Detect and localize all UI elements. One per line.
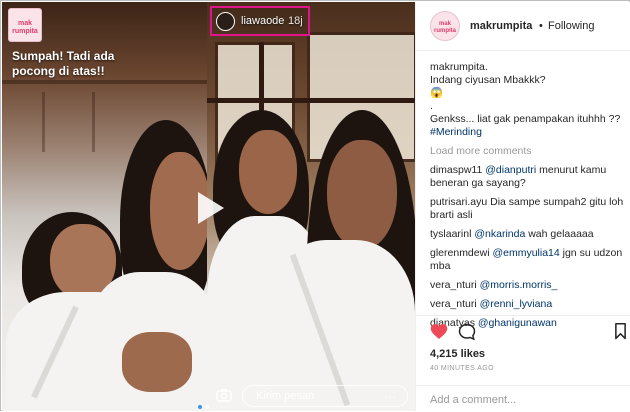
comment-text: Dia sampe sumpah2 gitu loh [487,196,624,208]
caption-author[interactable]: makrumpita [430,61,485,73]
story-overlay-text: Sumpah! Tadi ada pocong di atas!! [12,49,115,78]
background-post [42,92,45,152]
comment-text-cont: brarti asli [430,209,473,221]
avatar-logo-line2: rumpita [433,28,456,34]
comment-username[interactable]: putrisari.ayu [430,196,487,208]
caption-line: . [430,100,433,112]
story-reply-placeholder: Kirim pesan [256,390,315,402]
comment-text-cont: mba [430,260,451,272]
comments-section: makrumpita. Indang ciyusan Mbakkk? 😱 . G… [430,61,626,336]
comment-text: menurut kamu [536,164,607,176]
background-post [92,92,95,152]
heart-icon[interactable] [430,323,448,340]
brand-logo-line1: mak [17,20,32,27]
story-time: 18j [288,15,303,27]
story-frame-left: mak rumpita Sumpah! Tadi ada pocong di a… [2,2,207,411]
story-frame-right: liawaode 18j [207,2,415,411]
comment-username[interactable]: tyslaarinl [430,228,471,240]
post-time-ago[interactable]: 40 MINUTES AGO [430,365,494,372]
story-username[interactable]: liawaode [241,15,284,27]
comment-item: tyslaarinl @nkarinda wah gelaaaaa [430,228,626,241]
caption-hashtag[interactable]: #Merinding [430,126,626,139]
caption-author-suffix: . [484,61,488,73]
story-reply-field[interactable]: Kirim pesan ... [242,385,408,407]
brand-logo-line2: rumpita [12,28,38,35]
avatar-logo-line1: mak [438,21,451,27]
background-rail [2,80,207,84]
comment-item: vera_nturi @morris.morris_ [430,279,626,292]
load-more-comments-button[interactable]: Load more comments [430,145,626,158]
instagram-post-frame: mak rumpita Sumpah! Tadi ada pocong di a… [0,0,630,411]
comment-item: vera_nturi @renni_lyviana [430,298,626,311]
more-icon[interactable]: ... [384,387,397,401]
add-comment-input[interactable] [430,392,610,407]
post-actions: 4,215 likes 40 MINUTES AGO [416,315,630,411]
comment-mention[interactable]: @dianputri [485,164,536,176]
comment-mention[interactable]: @renni_lyviana [480,298,553,310]
camera-icon[interactable] [216,388,232,402]
comment-item: glerenmdewi @emmyulia14 jgn su udzon mba [430,247,626,273]
caption-line: Genkss... liat gak penampakan ituhhh ?? [430,113,621,125]
comment-mention[interactable]: @morris.morris_ [480,279,558,291]
post-header: mak rumpita makrumpita • Following [416,2,630,51]
header-separator: • [539,20,543,32]
post-media[interactable]: mak rumpita Sumpah! Tadi ada pocong di a… [2,2,415,411]
post-sidebar: mak rumpita makrumpita • Following makru… [415,2,630,411]
author-avatar[interactable]: mak rumpita [430,11,460,41]
comment-icon[interactable] [458,323,476,341]
bookmark-icon[interactable] [614,323,627,340]
comment-username[interactable]: dimaspw11 [430,164,482,176]
comment-username[interactable]: vera_nturi [430,298,477,310]
follow-status-button[interactable]: Following [548,20,594,32]
comment-item: dimaspw11 @dianputri menurut kamu benera… [430,164,626,190]
likes-count[interactable]: 4,215 likes [430,348,485,360]
comment-username[interactable]: vera_nturi [430,279,477,291]
caption-emoji: 😱 [430,87,444,99]
caption-author-line: makrumpita. [430,61,626,74]
comment-text: wah gelaaaaa [525,228,594,240]
comment-text: jgn su udzon [559,247,623,259]
comment-username[interactable]: glerenmdewi [430,247,490,259]
background-beam [207,98,415,103]
add-comment-bar [416,385,630,412]
story-user-badge[interactable]: liawaode 18j [210,6,310,36]
author-username[interactable]: makrumpita [470,20,532,32]
brand-logo-tile: mak rumpita [8,8,42,42]
comment-item: putrisari.ayu Dia sampe sumpah2 gitu loh… [430,196,626,222]
comment-text-cont: beneran ga sayang? [430,177,526,189]
comment-mention[interactable]: @emmyulia14 [492,247,559,259]
play-icon[interactable] [180,180,236,236]
caption-line: Indang ciyusan Mbakkk? [430,74,546,86]
comment-mention[interactable]: @nkarinda [474,228,525,240]
carousel-dots [198,396,212,411]
story-user-avatar[interactable] [216,12,235,31]
